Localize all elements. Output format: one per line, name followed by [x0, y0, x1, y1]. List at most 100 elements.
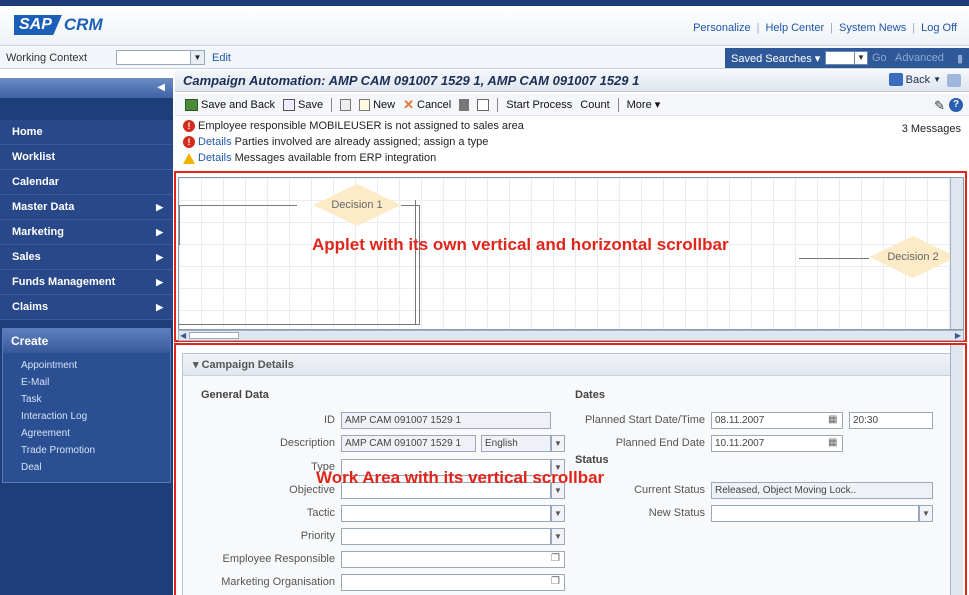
personalize-link[interactable]: Personalize [687, 22, 756, 34]
id-label: ID [324, 414, 335, 426]
sidebar-item-funds-management[interactable]: Funds Management ▶ [0, 270, 173, 295]
id-field[interactable]: AMP CAM 091007 1529 1 [341, 412, 551, 429]
create-panel: Create Appointment E-Mail Task Interaction … [2, 328, 171, 483]
chevron-down-icon[interactable]: ▼ [933, 75, 941, 84]
chevron-right-icon: ▶ [156, 202, 163, 212]
create-item-deal[interactable]: Deal [3, 459, 170, 476]
log-off-link[interactable]: Log Off [915, 22, 963, 34]
flow-line [415, 200, 416, 324]
working-context-bar: Working Context ▼ Edit Saved Searches ▾ … [0, 47, 969, 69]
more-menu[interactable]: More ▾ [623, 98, 665, 111]
decision-node-1[interactable]: Decision 1 [313, 184, 401, 226]
details-link[interactable]: Details [198, 152, 232, 164]
details-link[interactable]: Details [198, 136, 232, 148]
count-button[interactable]: Count [576, 99, 613, 111]
edit-icon-button[interactable] [336, 98, 355, 111]
campaign-details-header[interactable]: ▾ Campaign Details [183, 354, 951, 376]
sidebar-item-worklist[interactable]: Worklist [0, 145, 173, 170]
create-item-interaction-log[interactable]: Interaction Log [3, 408, 170, 425]
value-help-icon[interactable]: ❐ [551, 576, 560, 587]
delete-button[interactable] [455, 98, 473, 111]
description-field[interactable]: AMP CAM 091007 1529 1 [341, 435, 476, 452]
save-and-back-button[interactable]: Save and Back [181, 98, 279, 111]
dates-title: Dates [575, 389, 605, 401]
message-row: ! Details Parties involved are already ass… [175, 134, 969, 150]
flow-line [799, 258, 869, 259]
saved-searches-select[interactable] [825, 51, 855, 65]
create-item-task[interactable]: Task [3, 391, 170, 408]
marketing-organisation-field[interactable] [341, 574, 565, 591]
chevron-right-icon: ▶ [156, 277, 163, 287]
planned-start-date-field[interactable]: 08.11.2007 [711, 412, 843, 429]
collapse-arrow-icon[interactable]: ◀ [157, 82, 165, 93]
trash-icon[interactable]: ▮ [957, 52, 963, 65]
copy-icon [477, 98, 490, 111]
cancel-button[interactable]: ✕ Cancel [399, 97, 455, 113]
edit-icon [340, 98, 352, 111]
applet-horizontal-scrollbar[interactable]: ◀ ▶ [178, 330, 964, 341]
sidebar-item-claims[interactable]: Claims ▶ [0, 295, 173, 320]
chevron-down-icon[interactable]: ▼ [551, 528, 565, 545]
working-context-input[interactable] [116, 50, 191, 65]
new-button[interactable]: New [355, 98, 399, 111]
employee-responsible-label: Employee Responsible [222, 553, 335, 565]
back-label: Back [905, 73, 931, 86]
copy-button[interactable] [473, 98, 493, 111]
sidebar-item-sales[interactable]: Sales ▶ [0, 245, 173, 270]
chevron-down-icon[interactable]: ▼ [919, 505, 933, 522]
create-item-e-mail[interactable]: E-Mail [3, 374, 170, 391]
nav-list: Home Worklist Calendar Master Data ▶ Marketin… [0, 120, 173, 320]
edit-link[interactable]: Edit [212, 52, 231, 64]
logo-sap: SAP [14, 15, 62, 35]
decision-node-2[interactable]: Decision 2 [869, 236, 957, 278]
new-status-select[interactable] [711, 505, 919, 522]
tactic-select[interactable] [341, 505, 551, 522]
chevron-right-icon: ▶ [156, 227, 163, 237]
employee-responsible-field[interactable] [341, 551, 565, 568]
marketing-organisation-label: Marketing Organisation [221, 576, 335, 588]
saved-searches-label[interactable]: Saved Searches ▾ [731, 52, 820, 65]
system-news-link[interactable]: System News [833, 22, 912, 34]
priority-select[interactable] [341, 528, 551, 545]
value-help-icon[interactable]: ❐ [551, 553, 560, 564]
start-process-button[interactable]: Start Process [502, 99, 576, 111]
back-button[interactable]: Back ▼ [888, 73, 941, 86]
forward-icon[interactable] [947, 74, 961, 87]
sidebar-item-home[interactable]: Home [0, 120, 173, 145]
calendar-icon[interactable]: ▦ [828, 414, 837, 425]
message-list: ! Employee responsible MOBILEUSER is not … [175, 118, 969, 166]
create-item-trade-promotion[interactable]: Trade Promotion [3, 442, 170, 459]
cancel-label: Cancel [417, 98, 452, 111]
help-center-link[interactable]: Help Center [759, 22, 830, 34]
planned-end-date-field[interactable]: 10.11.2007 [711, 435, 843, 452]
sidebar-item-master-data[interactable]: Master Data ▶ [0, 195, 173, 220]
create-item-agreement[interactable]: Agreement [3, 425, 170, 442]
planned-start-time-field[interactable]: 20:30 [849, 412, 933, 429]
scroll-left-arrow[interactable]: ◀ [180, 331, 186, 340]
work-area-vertical-scrollbar[interactable] [950, 345, 963, 595]
advanced-link[interactable]: Advanced [895, 52, 944, 64]
saved-searches-area: Saved Searches ▾ ▼ Go Advanced ▮ [725, 48, 969, 68]
help-icon[interactable]: ? [949, 98, 963, 112]
sidebar-item-calendar[interactable]: Calendar [0, 170, 173, 195]
sidebar-item-label: Master Data [12, 201, 75, 213]
pencil-icon[interactable]: ✎ [934, 98, 945, 114]
applet-annotation: Applet with its own vertical and horizon… [312, 235, 729, 254]
applet-vertical-scrollbar[interactable] [950, 178, 963, 329]
flow-line [179, 205, 180, 245]
go-button[interactable]: Go [872, 52, 887, 64]
sidebar-item-label: Home [12, 126, 43, 138]
scroll-thumb[interactable] [189, 332, 239, 339]
language-select[interactable]: English [481, 435, 551, 452]
sidebar-item-label: Marketing [12, 226, 64, 238]
status-title: Status [575, 454, 609, 466]
chevron-down-icon[interactable]: ▼ [854, 51, 868, 65]
save-button[interactable]: Save [279, 98, 327, 111]
scroll-right-arrow[interactable]: ▶ [955, 331, 961, 340]
flow-line [401, 205, 419, 206]
sidebar-item-marketing[interactable]: Marketing ▶ [0, 220, 173, 245]
calendar-icon[interactable]: ▦ [828, 437, 837, 448]
message-count[interactable]: 3 Messages [902, 123, 961, 135]
create-item-appointment[interactable]: Appointment [3, 357, 170, 374]
chevron-down-icon[interactable]: ▼ [191, 50, 205, 65]
